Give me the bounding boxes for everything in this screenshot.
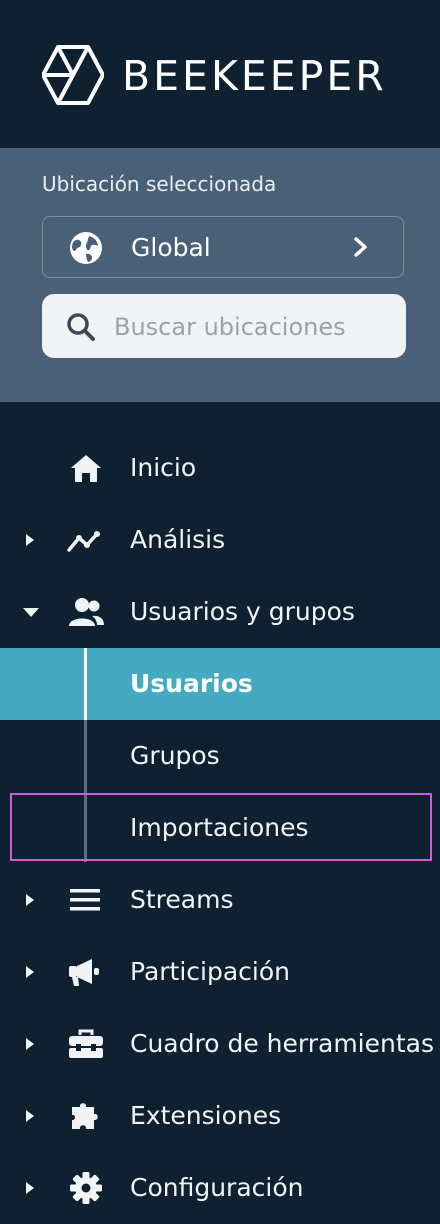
- sub-item-grupos[interactable]: Grupos: [0, 720, 440, 792]
- nav-label: Participación: [130, 957, 291, 986]
- nav-label: Análisis: [130, 525, 226, 554]
- streams-icon: [70, 889, 100, 911]
- nav-item-streams[interactable]: Streams: [0, 864, 440, 936]
- nav-label: Inicio: [130, 453, 197, 482]
- sub-item-importaciones[interactable]: Importaciones: [0, 792, 440, 864]
- location-selector[interactable]: Global: [42, 216, 404, 278]
- nav-item-cuadro-de-herramientas[interactable]: Cuadro de herramientas: [0, 1008, 440, 1080]
- nav-item-analisis[interactable]: Análisis: [0, 504, 440, 576]
- nav-label: Extensiones: [130, 1101, 282, 1130]
- nav-item-configuracion[interactable]: Configuración: [0, 1152, 440, 1224]
- search-icon: [67, 313, 95, 341]
- header: BEEKEEPER: [0, 0, 440, 148]
- chevron-right-icon: [354, 237, 367, 257]
- globe-icon: [70, 232, 102, 264]
- puzzle-icon: [72, 1103, 98, 1129]
- sub-item-label: Grupos: [130, 741, 220, 770]
- caret-right-icon: [26, 534, 34, 546]
- analytics-icon: [67, 531, 100, 552]
- beekeeper-logo-icon: [42, 45, 104, 105]
- location-search[interactable]: [42, 294, 406, 358]
- nav-item-inicio[interactable]: Inicio: [0, 432, 440, 504]
- nav-label: Usuarios y grupos: [130, 597, 355, 626]
- megaphone-icon: [69, 959, 99, 986]
- sub-item-label: Importaciones: [130, 813, 309, 842]
- nav-label: Streams: [130, 885, 234, 914]
- sub-item-usuarios[interactable]: Usuarios: [0, 648, 440, 720]
- gear-icon: [70, 1172, 102, 1204]
- caret-right-icon: [26, 894, 34, 906]
- caret-down-icon: [23, 608, 39, 617]
- nav-label: Cuadro de herramientas: [130, 1029, 434, 1058]
- nav-item-participacion[interactable]: Participación: [0, 936, 440, 1008]
- location-label: Ubicación seleccionada: [42, 172, 277, 196]
- nav-item-usuarios-y-grupos[interactable]: Usuarios y grupos: [0, 576, 440, 648]
- location-panel: Ubicación seleccionada Global: [0, 148, 440, 402]
- search-input[interactable]: [112, 304, 396, 350]
- active-indicator: [84, 648, 87, 720]
- caret-right-icon: [26, 1038, 34, 1050]
- toolbox-icon: [69, 1029, 103, 1058]
- home-icon: [71, 455, 101, 482]
- nav-item-extensiones[interactable]: Extensiones: [0, 1080, 440, 1152]
- selected-location: Global: [131, 233, 211, 262]
- nav-label: Configuración: [130, 1173, 304, 1202]
- sub-item-label: Usuarios: [130, 669, 253, 698]
- caret-right-icon: [26, 1110, 34, 1122]
- caret-right-icon: [26, 966, 34, 978]
- brand-name: BEEKEEPER: [122, 52, 387, 100]
- caret-right-icon: [26, 1182, 34, 1194]
- users-icon: [69, 598, 104, 626]
